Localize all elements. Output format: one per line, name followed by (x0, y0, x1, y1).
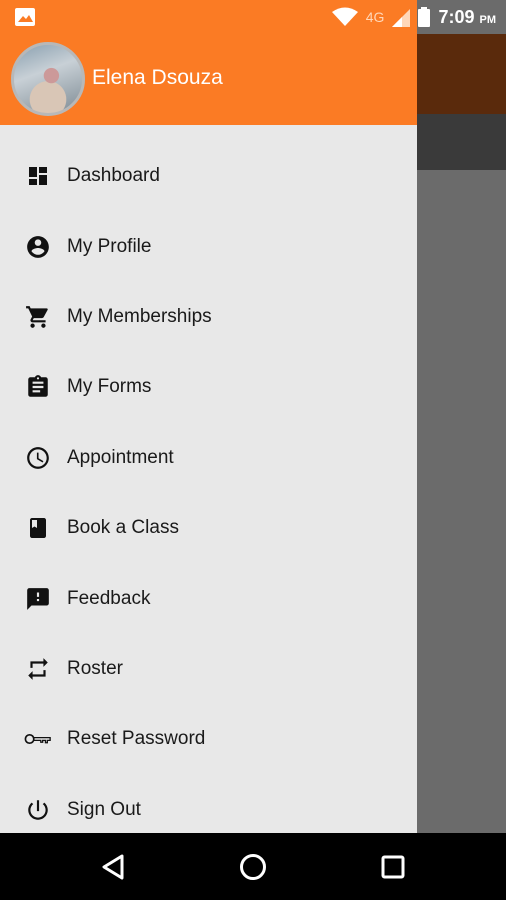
key-icon (24, 725, 52, 753)
menu-item-label: Sign Out (67, 798, 141, 820)
user-name: Elena Dsouza (92, 66, 223, 89)
feedback-icon (24, 585, 52, 613)
menu-item-label: My Profile (67, 235, 152, 257)
menu-item-appointment[interactable]: Appointment (0, 423, 417, 493)
avatar[interactable] (11, 42, 85, 116)
status-bar: 4G 7:09 PM (0, 0, 506, 34)
home-circle-icon (240, 854, 266, 880)
menu-item-label: My Forms (67, 376, 152, 398)
back-triangle-icon (102, 854, 124, 880)
menu-item-label: Dashboard (67, 165, 160, 187)
menu-item-reset-password[interactable]: Reset Password (0, 704, 417, 774)
account-circle-icon (24, 233, 52, 261)
drawer-menu: Dashboard My Profile My Memberships My F… (0, 141, 417, 845)
menu-item-label: Feedback (67, 587, 151, 609)
menu-item-label: Appointment (67, 446, 174, 468)
power-icon (24, 796, 52, 824)
menu-item-label: Reset Password (67, 728, 206, 750)
recents-square-icon (381, 855, 405, 879)
menu-item-label: Roster (67, 657, 123, 679)
menu-item-label: My Memberships (67, 305, 212, 327)
menu-item-book-a-class[interactable]: Book a Class (0, 493, 417, 563)
navigation-drawer: Elena Dsouza Dashboard My Profile My Mem… (0, 0, 417, 833)
dashboard-icon (24, 162, 52, 190)
clipboard-icon (24, 373, 52, 401)
status-bar-right: 4G 7:09 PM (331, 0, 496, 34)
clock-ampm: PM (479, 13, 497, 26)
menu-item-roster[interactable]: Roster (0, 634, 417, 704)
book-icon (24, 514, 52, 542)
menu-item-dashboard[interactable]: Dashboard (0, 141, 417, 211)
system-nav-bar (0, 833, 506, 900)
menu-item-my-forms[interactable]: My Forms (0, 352, 417, 422)
repeat-icon (24, 655, 52, 683)
gallery-notification-icon (15, 8, 35, 26)
network-type: 4G (365, 9, 385, 25)
menu-item-feedback[interactable]: Feedback (0, 563, 417, 633)
clock-time: 7:09 (438, 6, 475, 27)
shopping-cart-icon (24, 303, 52, 331)
menu-item-label: Book a Class (67, 517, 179, 539)
recents-button[interactable] (376, 850, 410, 884)
clock-icon (24, 444, 52, 472)
battery-icon (418, 7, 431, 27)
home-button[interactable] (236, 850, 270, 884)
signal-icon (392, 9, 411, 27)
wifi-icon (331, 7, 358, 26)
clock: 7:09 PM (438, 7, 496, 28)
back-button[interactable] (96, 850, 130, 884)
menu-item-my-profile[interactable]: My Profile (0, 211, 417, 281)
menu-item-my-memberships[interactable]: My Memberships (0, 282, 417, 352)
